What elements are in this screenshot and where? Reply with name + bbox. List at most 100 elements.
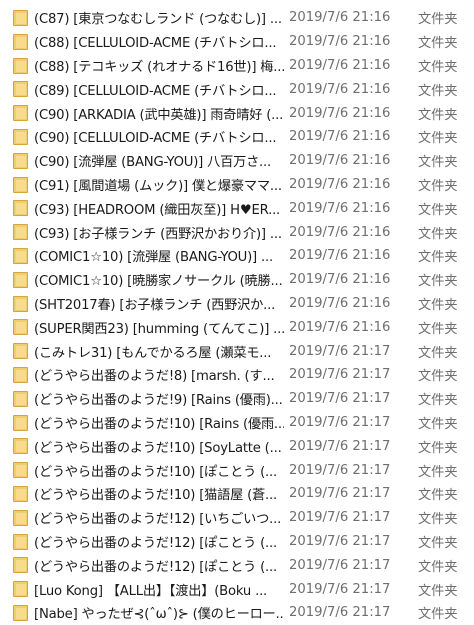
modified-date: 2019/7/6 21:17 [289, 438, 391, 454]
folder-icon [13, 390, 28, 407]
list-item[interactable]: (こみトレ31) [もんでかるろ屋 (瀬菜モ... 2019/7/6 21:17… [0, 339, 474, 363]
file-type: 文件夹 [418, 274, 458, 290]
list-item[interactable]: [Luo Kong] 【ALL出】【渡出】(Boku ... 2019/7/6 … [0, 577, 474, 601]
file-type: 文件夹 [418, 440, 458, 456]
file-name: (こみトレ31) [もんでかるろ屋 (瀬菜モ... [34, 345, 272, 361]
list-item[interactable]: (C91) [風間道場 (ムック)] 僕と爆豪ママ... 2019/7/6 21… [0, 173, 474, 197]
file-name: (どうやら出番のようだ!9) [Rains (優雨)... [34, 393, 283, 409]
folder-icon [13, 105, 28, 122]
list-item[interactable]: (C90) [ARKADIA (武中英雄)] 雨奇晴好 (... 2019/7/… [0, 101, 474, 125]
file-name: (C90) [流弾屋 (BANG-YOU)] 八百万さ... [34, 155, 272, 171]
file-type: 文件夹 [418, 12, 458, 28]
list-item[interactable]: (SHT2017春) [お子様ランチ (西野沢か... 2019/7/6 21:… [0, 292, 474, 316]
modified-date: 2019/7/6 21:17 [289, 510, 391, 526]
modified-date: 2019/7/6 21:16 [289, 81, 391, 97]
file-name: (どうやら出番のようだ!10) [ぽことう (... [34, 464, 278, 480]
modified-date: 2019/7/6 21:16 [289, 129, 391, 145]
list-item[interactable]: (SUPER関西23) [humming (てんてこ)] ... 2019/7/… [0, 315, 474, 339]
folder-icon [13, 247, 28, 264]
file-type: 文件夹 [418, 369, 458, 385]
file-type: 文件夹 [418, 83, 458, 99]
list-item[interactable]: (どうやら出番のようだ!10) [ぽことう (... 2019/7/6 21:1… [0, 458, 474, 482]
list-item[interactable]: (どうやら出番のようだ!12) [ぽことう (... 2019/7/6 21:1… [0, 553, 474, 577]
folder-icon [13, 57, 28, 74]
list-item[interactable]: (C93) [HEADROOM (織田灰至)] H♥ER... 2019/7/6… [0, 196, 474, 220]
file-type: 文件夹 [418, 297, 458, 313]
modified-date: 2019/7/6 21:16 [289, 34, 391, 50]
file-name: (C87) [東京つなむしランド (つなむし)] ... [34, 12, 282, 28]
file-type: 文件夹 [418, 155, 458, 171]
file-type: 文件夹 [418, 535, 458, 551]
modified-date: 2019/7/6 21:16 [289, 319, 391, 335]
file-name: (どうやら出番のようだ!12) [ぽことう (... [34, 559, 278, 575]
modified-date: 2019/7/6 21:16 [289, 153, 391, 169]
file-type: 文件夹 [418, 226, 458, 242]
modified-date: 2019/7/6 21:17 [289, 343, 391, 359]
file-type: 文件夹 [418, 321, 458, 337]
folder-icon [13, 462, 28, 479]
file-name: (C93) [お子様ランチ (西野沢かおり介)] ... [34, 226, 282, 242]
file-type: 文件夹 [418, 202, 458, 218]
list-item[interactable]: (C90) [CELLULOID-ACME (チバトシロ... 2019/7/6… [0, 125, 474, 149]
file-name: (SUPER関西23) [humming (てんてこ)] ... [34, 321, 284, 337]
modified-date: 2019/7/6 21:16 [289, 176, 391, 192]
folder-icon [13, 438, 28, 455]
folder-icon [13, 604, 28, 621]
file-name: (どうやら出番のようだ!10) [猫語屋 (蒼... [34, 488, 278, 504]
file-type: 文件夹 [418, 488, 458, 504]
file-name: (どうやら出番のようだ!10) [Rains (優雨... [34, 416, 284, 432]
modified-date: 2019/7/6 21:16 [289, 10, 391, 26]
list-item[interactable]: (C88) [CELLULOID-ACME (チバトシロ... 2019/7/6… [0, 30, 474, 54]
list-item[interactable]: [Nabe] やったぜ⊰(ˆωˆ)⊱ (僕のヒーロー... 2019/7/6 2… [0, 601, 474, 625]
list-item[interactable]: (どうやら出番のようだ!10) [猫語屋 (蒼... 2019/7/6 21:1… [0, 482, 474, 506]
modified-date: 2019/7/6 21:17 [289, 486, 391, 502]
list-item[interactable]: (どうやら出番のようだ!10) [SoyLatte (... 2019/7/6 … [0, 434, 474, 458]
list-item[interactable]: (どうやら出番のようだ!12) [いちごいつ... 2019/7/6 21:17… [0, 506, 474, 530]
list-item[interactable]: (COMIC1☆10) [暁勝家ノサークル (暁勝... 2019/7/6 21… [0, 268, 474, 292]
file-name: (どうやら出番のようだ!12) [いちごいつ... [34, 512, 282, 528]
folder-icon [13, 533, 28, 550]
modified-date: 2019/7/6 21:17 [289, 414, 391, 430]
file-type: 文件夹 [418, 345, 458, 361]
file-name: [Luo Kong] 【ALL出】【渡出】(Boku ... [34, 583, 268, 599]
modified-date: 2019/7/6 21:17 [289, 367, 391, 383]
file-type: 文件夹 [418, 464, 458, 480]
file-list: (C87) [東京つなむしランド (つなむし)] ... 2019/7/6 21… [0, 6, 474, 625]
modified-date: 2019/7/6 21:17 [289, 533, 391, 549]
list-item[interactable]: (C89) [CELLULOID-ACME (チバトシロ... 2019/7/6… [0, 77, 474, 101]
file-name: (どうやら出番のようだ!8) [marsh. (す... [34, 369, 275, 385]
folder-icon [13, 10, 28, 26]
file-type: 文件夹 [418, 107, 458, 123]
file-type: 文件夹 [418, 559, 458, 575]
file-name: (COMIC1☆10) [流弾屋 (BANG-YOU)] ... [34, 250, 273, 266]
folder-icon [13, 581, 28, 598]
folder-icon [13, 128, 28, 145]
folder-icon [13, 509, 28, 526]
list-item[interactable]: (どうやら出番のようだ!12) [ぽことう (... 2019/7/6 21:1… [0, 530, 474, 554]
file-name: (C90) [CELLULOID-ACME (チバトシロ... [34, 131, 277, 147]
list-item[interactable]: (C90) [流弾屋 (BANG-YOU)] 八百万さ... 2019/7/6 … [0, 149, 474, 173]
file-name: [Nabe] やったぜ⊰(ˆωˆ)⊱ (僕のヒーロー... [34, 607, 284, 623]
list-item[interactable]: (どうやら出番のようだ!8) [marsh. (す... 2019/7/6 21… [0, 363, 474, 387]
folder-icon [13, 319, 28, 336]
list-item[interactable]: (どうやら出番のようだ!10) [Rains (優雨... 2019/7/6 2… [0, 411, 474, 435]
modified-date: 2019/7/6 21:17 [289, 581, 391, 597]
folder-icon [13, 557, 28, 574]
file-name: (C93) [HEADROOM (織田灰至)] H♥ER... [34, 202, 281, 218]
file-name: (C88) [テコキッズ (れオナるド16世)] 梅... [34, 59, 284, 75]
folder-icon [13, 366, 28, 383]
file-type: 文件夹 [418, 416, 458, 432]
folder-icon [13, 414, 28, 431]
file-name: (COMIC1☆10) [暁勝家ノサークル (暁勝... [34, 274, 283, 290]
folder-icon [13, 485, 28, 502]
folder-icon [13, 295, 28, 312]
list-item[interactable]: (COMIC1☆10) [流弾屋 (BANG-YOU)] ... 2019/7/… [0, 244, 474, 268]
folder-icon [13, 152, 28, 169]
file-type: 文件夹 [418, 583, 458, 599]
modified-date: 2019/7/6 21:16 [289, 200, 391, 216]
list-item[interactable]: (C87) [東京つなむしランド (つなむし)] ... 2019/7/6 21… [0, 6, 474, 30]
file-name: (どうやら出番のようだ!12) [ぽことう (... [34, 535, 278, 551]
list-item[interactable]: (C88) [テコキッズ (れオナるド16世)] 梅... 2019/7/6 2… [0, 54, 474, 78]
list-item[interactable]: (C93) [お子様ランチ (西野沢かおり介)] ... 2019/7/6 21… [0, 220, 474, 244]
list-item[interactable]: (どうやら出番のようだ!9) [Rains (優雨)... 2019/7/6 2… [0, 387, 474, 411]
